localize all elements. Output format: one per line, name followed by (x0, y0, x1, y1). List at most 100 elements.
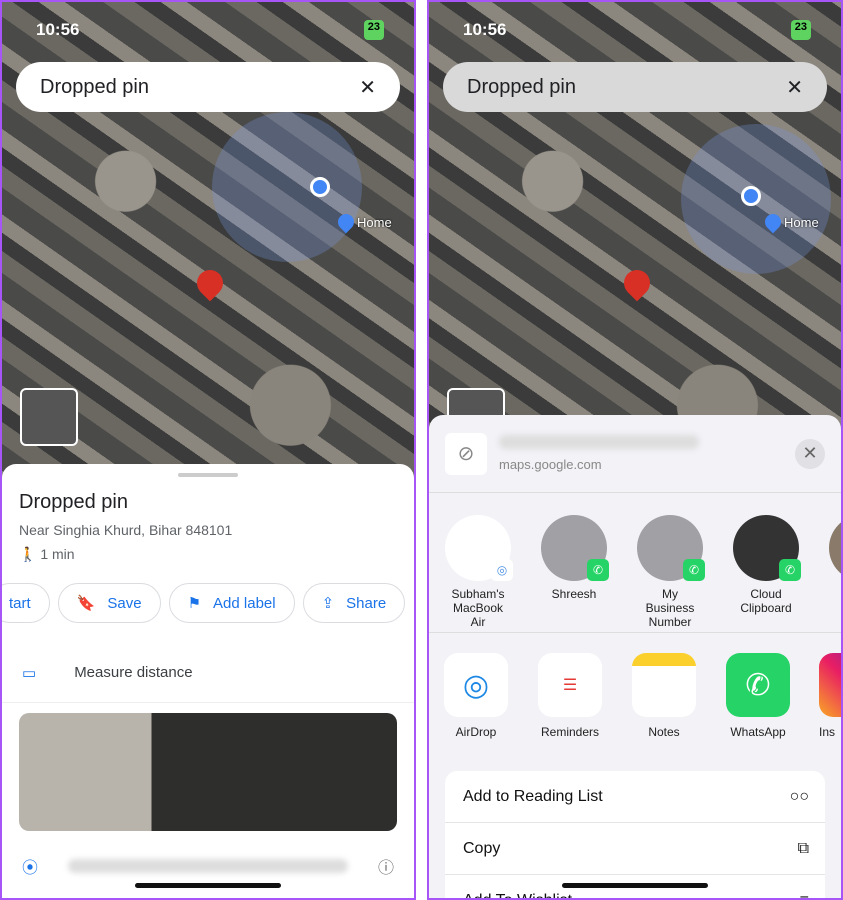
street-view-thumbnail[interactable] (20, 388, 78, 446)
battery: 23 (790, 20, 811, 40)
home-label: Home (357, 214, 392, 230)
avatar: ✆ (637, 515, 705, 581)
person-name: Shreesh (551, 587, 597, 601)
add-label-button[interactable]: ⚑ Add label (168, 583, 295, 623)
app-reminders[interactable]: ☰ Reminders (537, 653, 603, 757)
clock: 10:56 (463, 20, 507, 39)
person-name: My Business Number (645, 587, 695, 629)
ruler-icon: ▭ (22, 664, 37, 682)
app-whatsapp[interactable]: ✆ WhatsApp (725, 653, 791, 757)
actions-list: Add to Reading List ○○ Copy ⧉ Add To Wishl… (445, 771, 825, 900)
reminders-icon: ☰ (538, 653, 602, 717)
macbook-avatar: ◎ (445, 515, 513, 581)
place-sheet: Dropped pin Near Singhia Khurd, Bihar 84… (2, 464, 414, 898)
add-to-reading-list[interactable]: Add to Reading List ○○ (445, 771, 825, 823)
share-label: Share (346, 594, 387, 612)
avatar (829, 515, 841, 581)
current-location-dot (741, 186, 761, 206)
home-pin-icon (334, 210, 358, 234)
share-sheet: ⊘ maps.google.com ✕ ◎ Subham's MacBook Ai… (429, 415, 841, 898)
street-photo[interactable] (19, 713, 397, 831)
home-pin-icon (761, 210, 785, 234)
person-name: Cloud Clipboard (740, 587, 792, 615)
current-location-dot (310, 177, 330, 197)
add-label-label: Add label (213, 594, 276, 612)
home-marker[interactable]: Home (761, 210, 819, 234)
walk-time: 🚶 1 min (19, 546, 414, 563)
save-label: Save (107, 594, 142, 612)
status-bar: 10:56 23 (463, 20, 811, 40)
measure-distance-item[interactable]: ▭ Measure distance (2, 643, 414, 703)
right-phone-screen: 10:56 23 Dropped pin ✕ Home ⊘ maps.google.… (427, 0, 843, 900)
app-name: WhatsApp (730, 725, 786, 739)
blurred-title (499, 435, 699, 449)
home-indicator (135, 883, 281, 888)
person-my-business[interactable]: ✆ My Business Number (637, 515, 705, 632)
app-name: Ins (819, 725, 836, 739)
close-share-button[interactable]: ✕ (795, 438, 825, 469)
instagram-icon (819, 653, 841, 717)
app-name: Notes (648, 725, 680, 739)
bookmark-icon: 🔖 (76, 595, 96, 612)
accuracy-halo (212, 112, 362, 262)
close-icon[interactable]: ✕ (359, 75, 376, 100)
location-pin-icon: ⦿ (22, 860, 39, 877)
left-phone-screen: 10:56 23 Dropped pin ✕ Home Dropped pin Ne… (0, 0, 416, 900)
list-icon: ≡ (799, 891, 809, 900)
app-notes[interactable]: Notes (631, 653, 697, 757)
person-shreesh[interactable]: ✆ Shreesh (541, 515, 609, 632)
people-row: ◎ Subham's MacBook Air ✆ Shreesh ✆ My Busin… (429, 493, 841, 633)
person-cloud-clipboard[interactable]: ✆ Cloud Clipboard (733, 515, 801, 632)
copy-icon: ⧉ (797, 839, 809, 857)
person-name: Subham's MacBook Air (451, 587, 505, 629)
place-title: Dropped pin (19, 491, 128, 513)
app-name: Reminders (540, 725, 600, 739)
app-instagram[interactable]: Ins (819, 653, 841, 757)
action-label: Copy (463, 839, 501, 857)
person-m[interactable]: M (829, 515, 841, 632)
walk-time-text: 1 min (40, 546, 75, 562)
app-airdrop[interactable]: ◎ AirDrop (443, 653, 509, 757)
app-name: AirDrop (455, 725, 497, 739)
whatsapp-badge-icon: ✆ (587, 559, 609, 581)
save-button[interactable]: 🔖 Save (57, 583, 161, 623)
avatar: ✆ (733, 515, 801, 581)
drag-handle[interactable] (178, 473, 238, 477)
whatsapp-icon: ✆ (726, 653, 790, 717)
home-label: Home (784, 214, 819, 230)
search-bar[interactable]: Dropped pin ✕ (443, 62, 827, 112)
home-marker[interactable]: Home (334, 210, 392, 234)
clock: 10:56 (36, 20, 80, 39)
start-button[interactable]: tart (2, 583, 50, 623)
measure-label: Measure distance (74, 664, 193, 681)
action-label: Add to Reading List (463, 787, 603, 805)
share-icon: ⇪ (321, 595, 335, 612)
apps-row: ◎ AirDrop ☰ Reminders Notes ✆ WhatsApp Ins (429, 633, 841, 757)
whatsapp-badge-icon: ✆ (683, 559, 705, 581)
blurred-address (68, 859, 348, 873)
search-bar[interactable]: Dropped pin ✕ (16, 62, 400, 112)
info-icon[interactable]: ⓘ (378, 854, 394, 878)
whatsapp-badge-icon: ✆ (779, 559, 801, 581)
person-macbook[interactable]: ◎ Subham's MacBook Air (445, 515, 513, 632)
walk-icon: 🚶 (19, 546, 37, 562)
glasses-icon: ○○ (789, 787, 809, 805)
action-label: Add To Wishlist (463, 891, 573, 900)
start-label: tart (9, 594, 31, 612)
search-text: Dropped pin (467, 75, 576, 98)
flag-icon: ⚑ (187, 595, 202, 612)
search-text: Dropped pin (40, 75, 149, 98)
airdrop-badge-icon: ◎ (491, 559, 513, 581)
status-bar: 10:56 23 (36, 20, 384, 40)
notes-icon (632, 653, 696, 717)
compass-icon: ⊘ (445, 432, 487, 475)
share-url: maps.google.com (499, 457, 602, 472)
battery: 23 (363, 20, 384, 40)
avatar: ✆ (541, 515, 609, 581)
copy-action[interactable]: Copy ⧉ (445, 823, 825, 875)
close-icon[interactable]: ✕ (786, 75, 803, 100)
share-button[interactable]: ⇪ Share (302, 583, 406, 623)
home-indicator (562, 883, 708, 888)
airdrop-icon: ◎ (444, 653, 508, 717)
place-address: Near Singhia Khurd, Bihar 848101 (19, 522, 233, 538)
